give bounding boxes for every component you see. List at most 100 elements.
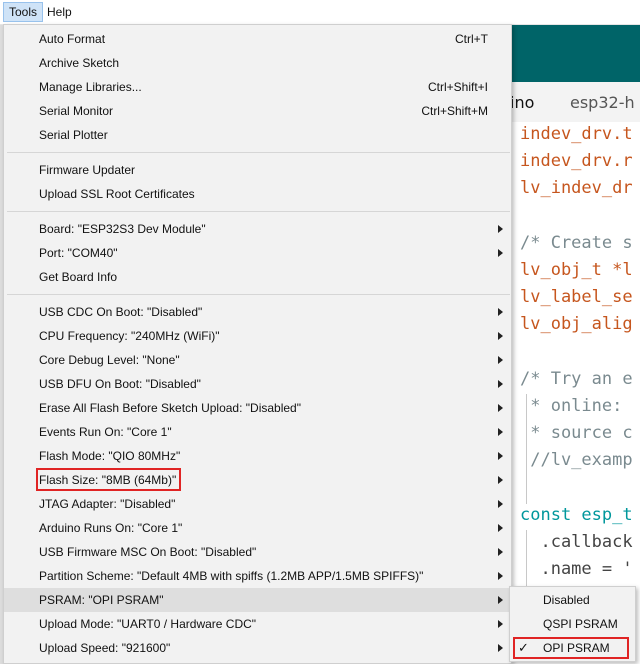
menu-item-label: Board: "ESP32S3 Dev Module" bbox=[39, 222, 206, 236]
menu-item-label: PSRAM: "OPI PSRAM" bbox=[39, 593, 164, 607]
menu-item-label: JTAG Adapter: "Disabled" bbox=[39, 497, 176, 511]
code-line: /* Try an e bbox=[520, 369, 633, 389]
menu-separator bbox=[7, 294, 510, 295]
menu-item-label: Core Debug Level: "None" bbox=[39, 353, 180, 367]
option-label: Disabled bbox=[543, 593, 590, 607]
menu-help[interactable]: Help bbox=[42, 3, 77, 21]
shortcut-label: Ctrl+Shift+M bbox=[421, 104, 488, 118]
code-line: indev_drv.r bbox=[520, 151, 633, 171]
indent-guide bbox=[526, 530, 527, 590]
submenu-arrow-icon bbox=[498, 452, 503, 460]
menu-item-core-debug[interactable]: Core Debug Level: "None" bbox=[4, 348, 511, 372]
submenu-arrow-icon bbox=[498, 644, 503, 652]
menu-item-label: Upload Mode: "UART0 / Hardware CDC" bbox=[39, 617, 257, 631]
menu-item-board[interactable]: Board: "ESP32S3 Dev Module" bbox=[4, 217, 511, 241]
code-line: //lv_examp bbox=[520, 450, 633, 470]
submenu-arrow-icon bbox=[498, 356, 503, 364]
menu-item-label: Upload SSL Root Certificates bbox=[39, 187, 195, 201]
submenu-arrow-icon bbox=[498, 620, 503, 628]
indent-guide bbox=[526, 394, 527, 504]
menu-item-label: Archive Sketch bbox=[39, 56, 120, 70]
submenu-arrow-icon bbox=[498, 524, 503, 532]
tab-sketch-ino[interactable]: ino bbox=[510, 93, 534, 112]
menu-item-label: CPU Frequency: "240MHz (WiFi)" bbox=[39, 329, 220, 343]
code-line: lv_obj_t *l bbox=[520, 260, 633, 280]
menu-item-usb-msc[interactable]: USB Firmware MSC On Boot: "Disabled" bbox=[4, 540, 511, 564]
menu-item-cpu-frequency[interactable]: CPU Frequency: "240MHz (WiFi)" bbox=[4, 324, 511, 348]
menu-item-label: Port: "COM40" bbox=[39, 246, 118, 260]
submenu-arrow-icon bbox=[498, 308, 503, 316]
menu-item-get-board-info[interactable]: Get Board Info bbox=[4, 265, 511, 289]
psram-submenu: Disabled QSPI PSRAM ✓ OPI PSRAM bbox=[509, 586, 636, 662]
submenu-arrow-icon bbox=[498, 572, 503, 580]
code-line: lv_indev_dr bbox=[520, 178, 633, 198]
shortcut-label: Ctrl+T bbox=[455, 32, 488, 46]
menu-item-arduino-runs-on[interactable]: Arduino Runs On: "Core 1" bbox=[4, 516, 511, 540]
submenu-arrow-icon bbox=[498, 225, 503, 233]
menu-item-label: Auto Format bbox=[39, 32, 106, 46]
menu-item-partition-scheme[interactable]: Partition Scheme: "Default 4MB with spif… bbox=[4, 564, 511, 588]
menu-tools[interactable]: Tools bbox=[3, 2, 44, 22]
submenu-arrow-icon bbox=[498, 476, 503, 484]
menu-item-jtag-adapter[interactable]: JTAG Adapter: "Disabled" bbox=[4, 492, 511, 516]
code-line: .callback bbox=[520, 532, 633, 552]
menu-item-label: Upload Speed: "921600" bbox=[39, 641, 171, 655]
shortcut-label: Ctrl+Shift+I bbox=[427, 80, 488, 94]
menu-item-flash-mode[interactable]: Flash Mode: "QIO 80MHz" bbox=[4, 444, 511, 468]
submenu-arrow-icon bbox=[498, 249, 503, 257]
psram-option-qspi[interactable]: QSPI PSRAM bbox=[510, 612, 635, 636]
code-line: .name = ' bbox=[520, 559, 633, 579]
code-line: /* Create s bbox=[520, 233, 633, 253]
submenu-arrow-icon bbox=[498, 404, 503, 412]
menu-item-upload-ssl[interactable]: Upload SSL Root Certificates bbox=[4, 182, 511, 206]
submenu-arrow-icon bbox=[498, 380, 503, 388]
menu-item-archive-sketch[interactable]: Archive Sketch bbox=[4, 51, 511, 75]
menu-item-manage-libraries[interactable]: Manage Libraries... Ctrl+Shift+I bbox=[4, 75, 511, 99]
menu-item-serial-monitor[interactable]: Serial Monitor Ctrl+Shift+M bbox=[4, 99, 511, 123]
menu-item-label: USB CDC On Boot: "Disabled" bbox=[39, 305, 203, 319]
submenu-arrow-icon bbox=[498, 500, 503, 508]
opi-psram-highlight-box bbox=[513, 637, 629, 659]
menu-item-label: Events Run On: "Core 1" bbox=[39, 425, 172, 439]
submenu-arrow-icon bbox=[498, 596, 503, 604]
menu-item-label: USB DFU On Boot: "Disabled" bbox=[39, 377, 201, 391]
ide-toolbar bbox=[500, 24, 640, 82]
menu-item-label: Erase All Flash Before Sketch Upload: "D… bbox=[39, 401, 301, 415]
tab-esp32-h[interactable]: esp32-h bbox=[570, 93, 635, 112]
menu-item-label: Get Board Info bbox=[39, 270, 118, 284]
menu-item-label: Firmware Updater bbox=[39, 163, 136, 177]
menu-item-events-run-on[interactable]: Events Run On: "Core 1" bbox=[4, 420, 511, 444]
menu-item-firmware-updater[interactable]: Firmware Updater bbox=[4, 158, 511, 182]
menu-item-label: USB Firmware MSC On Boot: "Disabled" bbox=[39, 545, 257, 559]
psram-option-disabled[interactable]: Disabled bbox=[510, 588, 635, 612]
menu-separator bbox=[7, 152, 510, 153]
menu-item-auto-format[interactable]: Auto Format Ctrl+T bbox=[4, 27, 511, 51]
code-line: * source c bbox=[520, 423, 633, 443]
code-line: lv_obj_alig bbox=[520, 314, 633, 334]
menu-item-erase-flash[interactable]: Erase All Flash Before Sketch Upload: "D… bbox=[4, 396, 511, 420]
menu-bar: Tools Help bbox=[0, 0, 640, 25]
flash-size-highlight-box bbox=[36, 468, 181, 491]
menu-item-psram[interactable]: PSRAM: "OPI PSRAM" bbox=[4, 588, 511, 612]
menu-item-usb-dfu[interactable]: USB DFU On Boot: "Disabled" bbox=[4, 372, 511, 396]
menu-item-upload-speed[interactable]: Upload Speed: "921600" bbox=[4, 636, 511, 660]
editor-tab-bar: ino esp32-h bbox=[500, 82, 640, 123]
menu-item-label: Manage Libraries... bbox=[39, 80, 142, 94]
menu-item-port[interactable]: Port: "COM40" bbox=[4, 241, 511, 265]
menu-item-label: Arduino Runs On: "Core 1" bbox=[39, 521, 183, 535]
menu-item-label: Serial Monitor bbox=[39, 104, 114, 118]
code-line: * online: bbox=[520, 396, 633, 416]
code-line: indev_drv.t bbox=[520, 124, 633, 144]
submenu-arrow-icon bbox=[498, 428, 503, 436]
menu-item-upload-mode[interactable]: Upload Mode: "UART0 / Hardware CDC" bbox=[4, 612, 511, 636]
menu-item-label: Flash Mode: "QIO 80MHz" bbox=[39, 449, 181, 463]
code-editor[interactable]: indev_drv.t indev_drv.r lv_indev_dr /* C… bbox=[500, 122, 640, 664]
code-line: lv_label_se bbox=[520, 287, 633, 307]
code-line: const esp_t bbox=[520, 505, 633, 525]
option-label: QSPI PSRAM bbox=[543, 617, 618, 631]
menu-item-usb-cdc[interactable]: USB CDC On Boot: "Disabled" bbox=[4, 300, 511, 324]
submenu-arrow-icon bbox=[498, 332, 503, 340]
menu-item-serial-plotter[interactable]: Serial Plotter bbox=[4, 123, 511, 147]
menu-item-label: Partition Scheme: "Default 4MB with spif… bbox=[39, 569, 424, 583]
menu-item-label: Serial Plotter bbox=[39, 128, 108, 142]
